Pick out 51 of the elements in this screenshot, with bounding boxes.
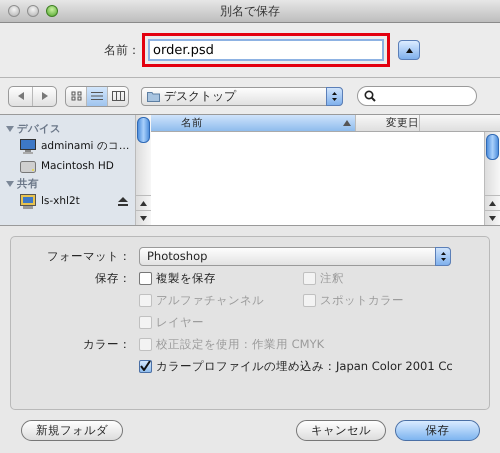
scroll-thumb[interactable]	[486, 134, 499, 160]
stepper-icon	[331, 90, 338, 102]
option-label: 保存：	[94, 270, 132, 286]
grid-icon	[70, 91, 82, 101]
triangle-icon	[404, 46, 414, 54]
search-icon	[364, 90, 376, 102]
dialog-button[interactable]: 保存	[395, 420, 480, 441]
monitor-icon	[20, 138, 36, 154]
list-icon	[91, 91, 103, 101]
columns-icon	[112, 91, 124, 101]
view-button[interactable]	[87, 86, 108, 106]
sidebar-heading: デバイス	[17, 122, 61, 136]
stepper-icon	[440, 250, 446, 262]
scrollbar[interactable]	[484, 132, 500, 225]
checkbox[interactable]: カラープロファイルの埋め込み：Japan Color 2001 Cc	[139, 358, 453, 374]
sidebar-item[interactable]: Macintosh HD	[0, 156, 135, 176]
sidebar-item[interactable]: ls-xhl2t	[0, 191, 135, 211]
navigation-buttons[interactable]	[8, 86, 57, 106]
expand-button[interactable]	[398, 40, 420, 60]
sidebar-item[interactable]: adminami のコ…	[0, 136, 135, 156]
down-arrow-icon	[140, 216, 147, 220]
name-label: 名前：	[103, 42, 140, 58]
minimize-button[interactable]	[27, 5, 39, 17]
scroll-thumb[interactable]	[137, 117, 150, 143]
down-arrow-icon	[489, 216, 496, 220]
view-switcher[interactable]	[65, 86, 129, 106]
left-arrow-icon	[16, 91, 24, 101]
server-icon	[20, 194, 36, 208]
column-header[interactable]: 変更日	[356, 115, 420, 131]
format-popup[interactable]: Photoshop	[139, 246, 451, 266]
hard-drive-icon	[20, 158, 36, 174]
filename-field[interactable]: order.psd	[148, 39, 384, 61]
checkmark-icon	[140, 361, 151, 371]
location-popup[interactable]: デスクトップ	[141, 86, 343, 106]
folder-icon	[147, 90, 160, 102]
zoom-button[interactable]	[46, 5, 58, 17]
up-arrow-icon	[140, 200, 147, 206]
column-header[interactable]: 名前	[151, 115, 356, 131]
window-title: 別名で保存	[220, 4, 280, 18]
dialog-button[interactable]: 新規フォルダ	[21, 420, 123, 441]
scrollbar[interactable]	[135, 115, 151, 225]
search-field[interactable]	[357, 86, 477, 106]
dialog-button[interactable]: キャンセル	[296, 420, 386, 441]
sidebar-heading: 共有	[17, 176, 39, 190]
format-label: フォーマット：	[46, 248, 132, 264]
sort-arrow-icon	[343, 119, 351, 127]
close-button[interactable]	[8, 5, 20, 17]
right-arrow-icon	[40, 91, 48, 101]
checkbox[interactable]: 複製を保存	[139, 270, 303, 286]
up-arrow-icon	[489, 200, 496, 206]
option-label: カラー：	[82, 336, 132, 352]
